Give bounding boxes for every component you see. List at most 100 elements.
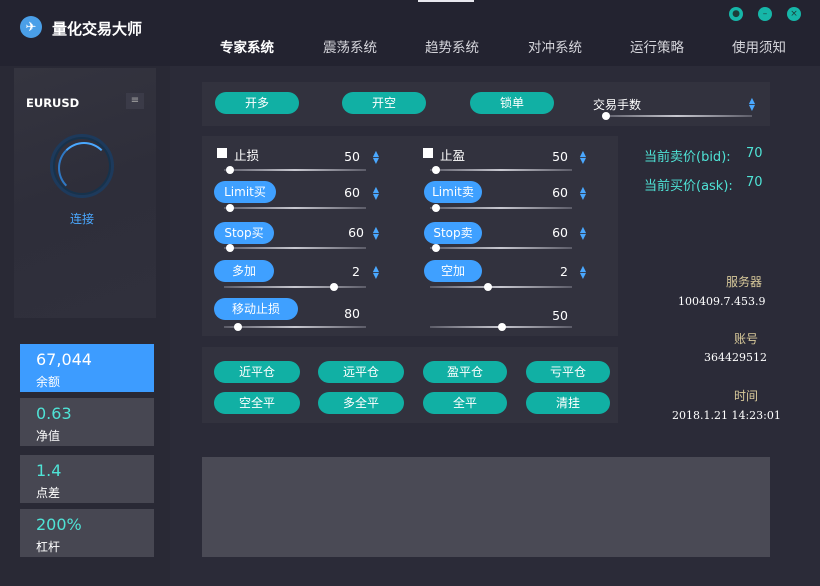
equity-card[interactable]: 0.63 净值 <box>20 398 154 446</box>
add-short-slider[interactable] <box>430 283 572 291</box>
close-icon[interactable]: × <box>787 7 801 21</box>
spread-card[interactable]: 1.4 点差 <box>20 455 154 503</box>
limit-buy-spinner-icon[interactable]: ▲ ▼ <box>372 186 380 201</box>
app-title: 量化交易大师 <box>52 20 143 38</box>
symbol-panel: EURUSD ≡ 连接 <box>14 68 156 318</box>
close-loss-button[interactable]: 亏平仓 <box>526 361 610 383</box>
add-short-value[interactable]: 2 <box>538 264 568 279</box>
slider-thumb[interactable] <box>432 204 440 212</box>
connect-ring-icon[interactable] <box>50 134 114 198</box>
close-far-button[interactable]: 远平仓 <box>318 361 404 383</box>
take-profit-slider[interactable] <box>430 166 572 174</box>
limit-sell-slider[interactable] <box>430 204 572 212</box>
leverage-label: 杠杆 <box>36 540 61 554</box>
tab-expert-system[interactable]: 专家系统 <box>220 36 274 56</box>
slider-thumb[interactable] <box>432 166 440 174</box>
account-label: 账号 <box>733 332 758 346</box>
extra-value[interactable]: 50 <box>538 308 568 323</box>
equity-value: 0.63 <box>36 404 72 423</box>
lot-size-slider[interactable] <box>602 112 752 120</box>
minimize-alt-icon[interactable]: ● <box>729 7 743 21</box>
tab-run-strategy[interactable]: 运行策略 <box>630 36 684 56</box>
log-textarea[interactable] <box>202 457 770 557</box>
stop-sell-spinner-icon[interactable]: ▲ ▼ <box>579 226 587 241</box>
close-all-long-button[interactable]: 多全平 <box>318 392 404 414</box>
limit-sell-value[interactable]: 60 <box>538 185 568 200</box>
stop-sell-button[interactable]: Stop卖 <box>424 222 482 244</box>
tab-trend-system[interactable]: 趋势系统 <box>425 36 479 56</box>
clear-pending-button[interactable]: 清挂 <box>526 392 610 414</box>
take-profit-label: 止盈 <box>440 148 466 163</box>
lot-size-select[interactable]: 交易手数 <box>593 96 641 113</box>
tab-oscillation-system[interactable]: 震荡系统 <box>323 36 377 56</box>
tab-instructions[interactable]: 使用须知 <box>732 36 786 56</box>
title-bar: ✈ 量化交易大师 ● – × 专家系统 震荡系统 趋势系统 对冲系统 运行策略 … <box>0 0 820 66</box>
slider-thumb[interactable] <box>226 166 234 174</box>
stop-buy-button[interactable]: Stop买 <box>214 222 274 244</box>
equity-label: 净值 <box>36 429 61 443</box>
limit-buy-value[interactable]: 60 <box>330 185 360 200</box>
slider-thumb[interactable] <box>432 244 440 252</box>
take-profit-checkbox[interactable] <box>423 148 433 158</box>
add-long-value[interactable]: 2 <box>330 264 360 279</box>
time-value: 2018.1.21 14:23:01 <box>672 409 781 422</box>
account-value: 364429512 <box>704 351 767 364</box>
server-label: 服务器 <box>725 275 762 289</box>
slider-thumb[interactable] <box>498 323 506 331</box>
connect-button[interactable]: 连接 <box>70 210 94 227</box>
parameters-panel: 止损 50 ▲ ▼ 止盈 50 ▲ ▼ Limit买 60 ▲ ▼ Limit卖 60… <box>202 136 618 336</box>
slider-thumb[interactable] <box>234 323 242 331</box>
stop-loss-checkbox[interactable] <box>217 148 227 158</box>
close-actions-panel: 近平仓 远平仓 盈平仓 亏平仓 空全平 多全平 全平 清挂 <box>202 347 618 423</box>
stop-buy-spinner-icon[interactable]: ▲ ▼ <box>372 226 380 241</box>
main-nav: 专家系统 震荡系统 趋势系统 对冲系统 运行策略 使用须知 <box>200 36 810 58</box>
close-profit-button[interactable]: 盈平仓 <box>423 361 507 383</box>
menu-icon[interactable]: ≡ <box>126 93 144 109</box>
limit-sell-button[interactable]: Limit卖 <box>424 181 482 203</box>
slider-thumb[interactable] <box>484 283 492 291</box>
slider-thumb[interactable] <box>330 283 338 291</box>
tab-hedge-system[interactable]: 对冲系统 <box>528 36 582 56</box>
slider-thumb[interactable] <box>602 112 610 120</box>
trailing-stop-button[interactable]: 移动止损 <box>214 298 298 320</box>
add-long-button[interactable]: 多加 <box>214 260 274 282</box>
stop-sell-value[interactable]: 60 <box>538 225 568 240</box>
sidebar: EURUSD ≡ 连接 67,044 余额 0.63 净值 1.4 点差 200… <box>0 66 170 586</box>
minimize-icon[interactable]: – <box>758 7 772 21</box>
close-near-button[interactable]: 近平仓 <box>214 361 300 383</box>
close-all-button[interactable]: 全平 <box>423 392 507 414</box>
close-all-short-button[interactable]: 空全平 <box>214 392 300 414</box>
lot-size-spinner-icon[interactable]: ▲ ▼ <box>748 97 756 112</box>
ask-label: 当前买价(ask): <box>644 179 733 194</box>
open-short-button[interactable]: 开空 <box>342 92 426 114</box>
take-profit-spinner-icon[interactable]: ▲ ▼ <box>579 150 587 165</box>
slider-thumb[interactable] <box>226 244 234 252</box>
server-value: 100409.7.453.9 <box>678 295 766 308</box>
limit-buy-slider[interactable] <box>224 204 366 212</box>
add-short-spinner-icon[interactable]: ▲ ▼ <box>579 265 587 280</box>
stop-loss-slider[interactable] <box>224 166 366 174</box>
extra-slider[interactable] <box>430 323 572 331</box>
stop-sell-slider[interactable] <box>430 244 572 252</box>
symbol-label: EURUSD <box>26 96 80 110</box>
take-profit-value[interactable]: 50 <box>538 149 568 164</box>
add-long-spinner-icon[interactable]: ▲ ▼ <box>372 265 380 280</box>
trailing-stop-slider[interactable] <box>224 323 366 331</box>
lock-button[interactable]: 锁单 <box>470 92 554 114</box>
stop-loss-spinner-icon[interactable]: ▲ ▼ <box>372 150 380 165</box>
balance-card[interactable]: 67,044 余额 <box>20 344 154 392</box>
limit-sell-spinner-icon[interactable]: ▲ ▼ <box>579 186 587 201</box>
balance-label: 余额 <box>36 375 61 389</box>
add-short-button[interactable]: 空加 <box>424 260 482 282</box>
trailing-stop-value[interactable]: 80 <box>330 306 360 321</box>
stop-buy-value[interactable]: 60 <box>334 225 364 240</box>
leverage-card[interactable]: 200% 杠杆 <box>20 509 154 557</box>
spread-value: 1.4 <box>36 461 62 480</box>
stop-loss-value[interactable]: 50 <box>330 149 360 164</box>
open-long-button[interactable]: 开多 <box>215 92 299 114</box>
slider-thumb[interactable] <box>226 204 234 212</box>
limit-buy-button[interactable]: Limit买 <box>214 181 276 203</box>
stop-buy-slider[interactable] <box>224 244 366 252</box>
ask-value: 70 <box>746 175 763 190</box>
add-long-slider[interactable] <box>224 283 366 291</box>
